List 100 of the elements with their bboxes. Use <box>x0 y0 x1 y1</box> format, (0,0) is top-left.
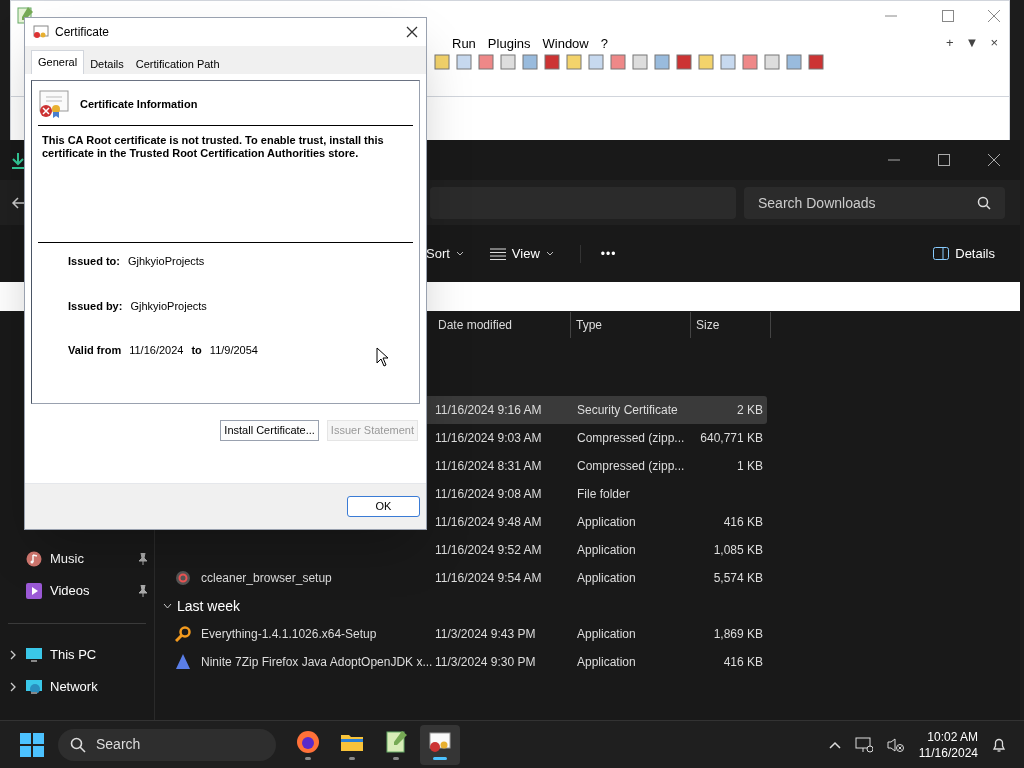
details-pane-icon <box>933 247 950 260</box>
file-size: 1 KB <box>736 458 763 475</box>
back-arrow-icon[interactable] <box>10 194 26 211</box>
notepad-icon <box>384 729 408 754</box>
file-type: Compressed (zipp... <box>577 458 686 475</box>
network-icon[interactable] <box>854 736 873 753</box>
maximize-icon[interactable] <box>938 154 950 166</box>
sidebar-item[interactable]: This PC <box>50 645 97 665</box>
file-type: Security Certificate <box>577 402 679 419</box>
file-date: 11/16/2024 9:54 AM <box>434 570 543 587</box>
file-size: 1,869 KB <box>712 626 763 643</box>
file-name: Everything-1.4.1.1026.x64-Setup <box>201 626 377 643</box>
file-row[interactable]: Ninite 7Zip Firefox Java AdoptOpenJDK x... 11/3/2024 9:30 PM Application 416 KB <box>155 648 767 676</box>
field-value: 11/16/2024 <box>129 343 184 358</box>
field-value: GjhkyioProjects <box>127 254 205 269</box>
sidebar-item[interactable]: Videos <box>50 581 90 601</box>
file-size: 416 KB <box>722 654 763 671</box>
file-row[interactable]: ccleaner_browser_setup 11/16/2024 9:54 AM Application 5,574 KB <box>155 564 767 592</box>
column-header[interactable]: Size <box>696 316 720 334</box>
file-name: ccleaner_browser_setup <box>201 570 332 587</box>
sidebar-item[interactable]: Music <box>50 549 84 569</box>
bell-icon[interactable] <box>992 736 1006 753</box>
menu-item[interactable]: Run <box>447 33 481 55</box>
field-value: 11/9/2054 <box>209 343 258 358</box>
file-type: Compressed (zipp... <box>577 430 686 447</box>
close-icon[interactable] <box>988 154 1000 166</box>
taskbar-search[interactable]: Search <box>58 728 276 761</box>
file-size: 2 KB <box>736 402 763 419</box>
field-label: Issued by: <box>68 298 123 314</box>
file-date: 11/16/2024 9:48 AM <box>434 514 543 531</box>
file-type: Application <box>577 654 637 671</box>
file-date: 11/16/2024 9:16 AM <box>434 402 543 419</box>
maximize-icon[interactable] <box>941 9 955 23</box>
file-size: 640,771 KB <box>699 430 763 447</box>
file-date: 11/16/2024 8:31 AM <box>434 458 543 475</box>
field-label: to <box>191 343 202 358</box>
chevron-right-icon[interactable] <box>10 682 16 692</box>
search-icon <box>70 736 86 753</box>
chevron-right-icon[interactable] <box>10 650 16 660</box>
file-name: Ninite 7Zip Firefox Java AdoptOpenJDK x... <box>201 654 433 671</box>
file-type: Application <box>577 514 637 531</box>
more-button[interactable]: ••• <box>579 244 617 263</box>
file-date: 11/16/2024 9:03 AM <box>434 430 543 447</box>
search-field[interactable]: Search Downloads <box>744 186 1005 219</box>
windows-start-icon[interactable] <box>20 732 44 757</box>
column-header[interactable]: Date modified <box>438 316 513 334</box>
file-date: 11/16/2024 9:52 AM <box>434 542 543 559</box>
download-icon <box>10 152 26 170</box>
file-size: 5,574 KB <box>712 570 763 587</box>
menu-item[interactable]: Plugins <box>482 33 536 55</box>
field-label: Valid from <box>68 343 122 358</box>
taskbar-app-button[interactable] <box>420 724 460 765</box>
menu-item[interactable]: ? <box>595 33 613 55</box>
file-row[interactable]: 11/16/2024 9:52 AM Application 1,085 KB <box>155 536 767 564</box>
tab[interactable]: Certification Path <box>129 54 226 74</box>
file-type: Application <box>577 570 637 587</box>
ok-button[interactable]: OK <box>347 496 420 517</box>
videos-icon <box>26 583 42 599</box>
clock[interactable]: 10:02 AM 11/16/2024 <box>918 728 978 761</box>
chevron-icon <box>545 251 554 256</box>
chevron-up-icon[interactable] <box>828 740 841 749</box>
firefox-icon <box>296 729 320 754</box>
file-date: 11/3/2024 9:43 PM <box>434 626 537 643</box>
certificate-error-icon <box>38 89 70 119</box>
dialog-title: Certificate <box>55 24 111 41</box>
tab-control[interactable]: ▼ <box>965 33 979 53</box>
file-type: Application <box>577 626 637 643</box>
column-header[interactable]: Type <box>576 316 602 334</box>
music-icon <box>26 551 42 567</box>
search-icon <box>977 195 991 210</box>
file-date: 11/16/2024 9:08 AM <box>434 486 543 503</box>
menu-item[interactable]: Window <box>537 33 594 55</box>
sort-button[interactable]: Sort <box>426 243 464 264</box>
close-icon[interactable] <box>406 26 418 38</box>
file-type: File folder <box>577 486 631 503</box>
file-type: Application <box>577 542 637 559</box>
certificate-icon <box>428 729 452 754</box>
pc-icon <box>26 647 42 663</box>
tab[interactable]: Details <box>84 54 130 74</box>
list-icon <box>489 247 506 260</box>
tab-control[interactable]: + <box>946 33 954 53</box>
group-header[interactable]: Last week <box>177 595 241 617</box>
field-label: Issued to: <box>68 254 120 269</box>
section-heading: Certificate Information <box>80 96 198 112</box>
tab[interactable]: General <box>31 50 85 74</box>
file-size: 1,085 KB <box>712 542 763 559</box>
file-row[interactable]: Everything-1.4.1.1026.x64-Setup 11/3/2024 9:43 PM Application 1,869 KB <box>155 620 767 648</box>
chevron-down-icon[interactable] <box>163 603 172 609</box>
view-button[interactable]: View <box>489 243 554 264</box>
triangle-icon <box>175 654 191 670</box>
details-button[interactable]: Details <box>933 243 995 264</box>
network-icon <box>26 679 42 695</box>
field-value: GjhkyioProjects <box>130 298 207 314</box>
sidebar-item[interactable]: Network <box>50 677 98 697</box>
speaker-muted-icon[interactable] <box>886 736 905 753</box>
chevron-icon <box>455 251 464 256</box>
tab-control[interactable]: × <box>990 33 999 53</box>
dialog-button[interactable]: Install Certificate... <box>220 420 319 441</box>
certificate-icon <box>33 25 49 39</box>
file-size: 416 KB <box>722 514 763 531</box>
